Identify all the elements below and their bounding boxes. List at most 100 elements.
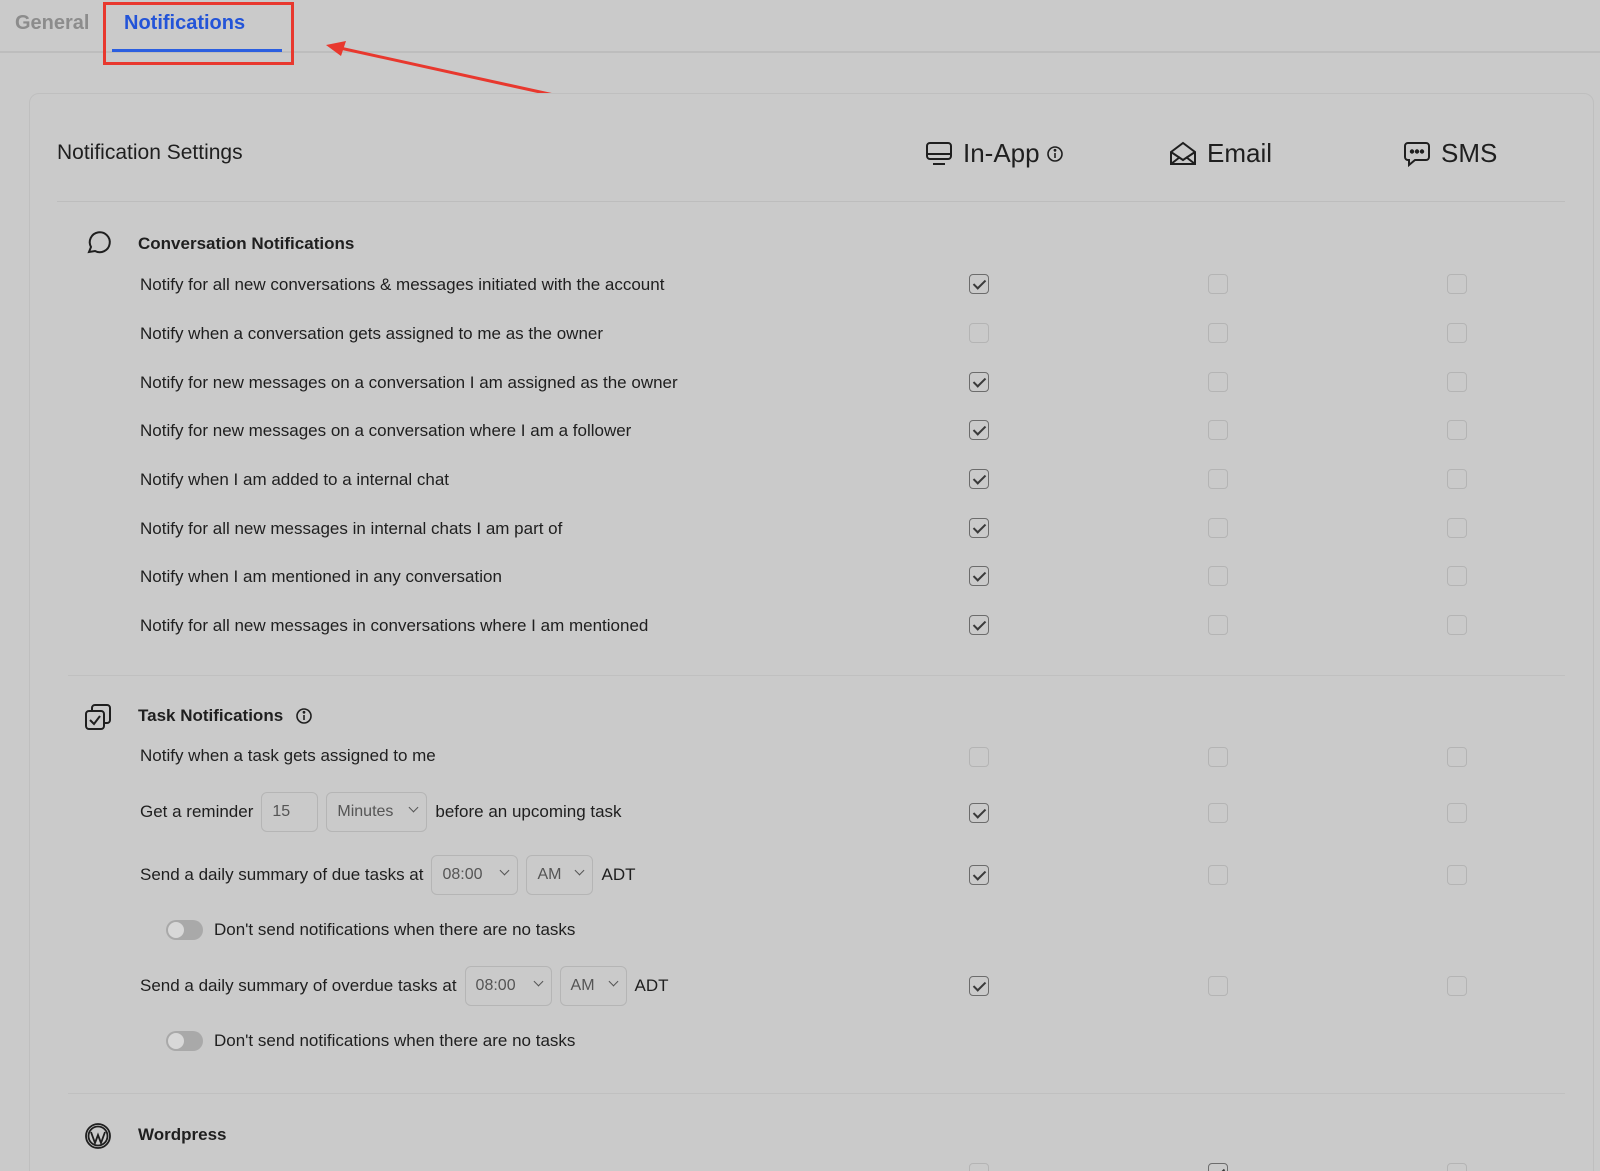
notification-row-label: Notify for new messages on a conversatio… bbox=[140, 373, 678, 392]
info-icon[interactable] bbox=[295, 707, 313, 725]
task-assigned-label: Notify when a task gets assigned to me bbox=[140, 746, 436, 766]
reminder-unit-select[interactable]: Minutes bbox=[326, 792, 428, 832]
task-reminder-row: Get a reminder 15 Minutes before an upco… bbox=[140, 792, 622, 832]
section-title-wordpress: Wordpress bbox=[138, 1125, 227, 1144]
checkbox-sms[interactable] bbox=[1447, 747, 1467, 767]
wordpress-icon bbox=[85, 1123, 111, 1149]
checkbox-email[interactable] bbox=[1208, 372, 1228, 392]
overdue-ampm-select[interactable]: AM bbox=[559, 966, 627, 1006]
checkbox-sms[interactable] bbox=[1447, 1163, 1467, 1171]
checkbox-inapp[interactable] bbox=[969, 274, 989, 294]
due-timezone: ADT bbox=[601, 865, 636, 884]
overdue-no-tasks-toggle[interactable] bbox=[166, 1031, 203, 1051]
section-title-task: Task Notifications bbox=[138, 706, 313, 726]
notification-row-label: Notify for all new messages in conversat… bbox=[140, 616, 649, 635]
checkbox-inapp[interactable] bbox=[969, 976, 989, 996]
checkbox-sms[interactable] bbox=[1447, 372, 1467, 392]
notification-row-label: Notify for all new conversations & messa… bbox=[140, 275, 665, 294]
checkbox-inapp[interactable] bbox=[969, 566, 989, 586]
checkbox-inapp[interactable] bbox=[969, 1163, 989, 1171]
notification-row-label: Notify when a conversation gets assigned… bbox=[140, 324, 604, 343]
checkbox-email[interactable] bbox=[1208, 420, 1228, 440]
message-circle-icon bbox=[87, 231, 111, 254]
notification-row-label: Notify when I am added to a internal cha… bbox=[140, 470, 450, 489]
envelope-open-icon bbox=[1170, 141, 1196, 165]
column-header-inapp: In-App bbox=[925, 138, 1074, 169]
checkbox-inapp[interactable] bbox=[969, 469, 989, 489]
overdue-summary-row: Send a daily summary of overdue tasks at… bbox=[140, 966, 669, 1006]
annotation-highlight-box bbox=[103, 2, 294, 65]
checkbox-email[interactable] bbox=[1208, 865, 1228, 885]
section-title-task-label: Task Notifications bbox=[138, 706, 284, 725]
checkbox-email[interactable] bbox=[1208, 323, 1228, 343]
overdue-ampm-value: AM bbox=[570, 977, 595, 994]
notification-row-label: Notify for new messages on a conversatio… bbox=[140, 421, 632, 440]
section-title-conversation: Conversation Notifications bbox=[138, 234, 355, 253]
chevron-down-icon bbox=[533, 976, 543, 987]
checkbox-email[interactable] bbox=[1208, 747, 1228, 767]
task-checkbox-icon bbox=[85, 704, 111, 730]
notification-row-label: Notify when I am mentioned in any conver… bbox=[140, 567, 502, 586]
checkbox-email[interactable] bbox=[1208, 976, 1228, 996]
checkbox-email[interactable] bbox=[1208, 1163, 1228, 1171]
checkbox-email[interactable] bbox=[1208, 566, 1228, 586]
checkbox-sms[interactable] bbox=[1447, 518, 1467, 538]
due-ampm-value: AM bbox=[537, 866, 562, 883]
section-divider bbox=[68, 1093, 1565, 1094]
checkbox-sms[interactable] bbox=[1447, 566, 1467, 586]
due-summary-row: Send a daily summary of due tasks at 08:… bbox=[140, 855, 635, 895]
checkbox-inapp[interactable] bbox=[969, 803, 989, 823]
checkbox-sms[interactable] bbox=[1447, 865, 1467, 885]
checkbox-email[interactable] bbox=[1208, 274, 1228, 294]
checkbox-inapp[interactable] bbox=[969, 372, 989, 392]
column-header-email: Email bbox=[1169, 138, 1272, 169]
overdue-no-tasks-toggle-label: Don't send notifications when there are … bbox=[214, 1031, 576, 1050]
checkbox-sms[interactable] bbox=[1447, 274, 1467, 294]
column-label-inapp: In-App bbox=[963, 138, 1040, 168]
due-no-tasks-toggle-label: Don't send notifications when there are … bbox=[214, 920, 576, 939]
due-no-tasks-toggle[interactable] bbox=[166, 920, 203, 940]
info-icon[interactable] bbox=[1046, 145, 1064, 163]
due-time-select[interactable]: 08:00 bbox=[431, 855, 519, 895]
checkbox-sms[interactable] bbox=[1447, 976, 1467, 996]
checkbox-email[interactable] bbox=[1208, 518, 1228, 538]
monitor-icon bbox=[926, 141, 952, 165]
checkbox-inapp[interactable] bbox=[969, 615, 989, 635]
checkbox-inapp[interactable] bbox=[969, 865, 989, 885]
chevron-down-icon bbox=[500, 865, 510, 876]
column-label-sms: SMS bbox=[1441, 138, 1498, 168]
checkbox-inapp[interactable] bbox=[969, 420, 989, 440]
due-time-value: 08:00 bbox=[442, 866, 483, 883]
checkbox-inapp[interactable] bbox=[969, 323, 989, 343]
checkbox-email[interactable] bbox=[1208, 615, 1228, 635]
checkbox-sms[interactable] bbox=[1447, 323, 1467, 343]
checkbox-email[interactable] bbox=[1208, 803, 1228, 823]
column-label-email: Email bbox=[1207, 138, 1273, 168]
due-ampm-select[interactable]: AM bbox=[526, 855, 594, 895]
reminder-value-input[interactable]: 15 bbox=[261, 792, 319, 832]
header-divider bbox=[57, 201, 1565, 202]
chat-bubble-icon bbox=[1404, 141, 1430, 167]
overdue-time-value: 08:00 bbox=[475, 977, 516, 994]
overdue-timezone: ADT bbox=[634, 976, 669, 995]
reminder-suffix: before an upcoming task bbox=[435, 802, 622, 821]
chevron-down-icon bbox=[408, 802, 419, 813]
checkbox-sms[interactable] bbox=[1447, 803, 1467, 823]
tab-general[interactable]: General bbox=[15, 12, 89, 35]
page-title: Notification Settings bbox=[57, 141, 243, 164]
checkbox-email[interactable] bbox=[1208, 469, 1228, 489]
checkbox-sms[interactable] bbox=[1447, 615, 1467, 635]
checkbox-sms[interactable] bbox=[1447, 420, 1467, 440]
overdue-time-select[interactable]: 08:00 bbox=[464, 966, 552, 1006]
overdue-summary-prefix: Send a daily summary of overdue tasks at bbox=[140, 976, 457, 995]
reminder-prefix: Get a reminder bbox=[140, 802, 254, 821]
checkbox-inapp[interactable] bbox=[969, 518, 989, 538]
chevron-down-icon bbox=[608, 976, 618, 987]
notification-row-label: Notify for all new messages in internal … bbox=[140, 519, 563, 538]
column-header-sms: SMS bbox=[1403, 138, 1497, 169]
due-summary-prefix: Send a daily summary of due tasks at bbox=[140, 865, 424, 884]
section-divider bbox=[68, 675, 1565, 676]
checkbox-inapp[interactable] bbox=[969, 747, 989, 767]
chevron-down-icon bbox=[575, 865, 585, 876]
checkbox-sms[interactable] bbox=[1447, 469, 1467, 489]
